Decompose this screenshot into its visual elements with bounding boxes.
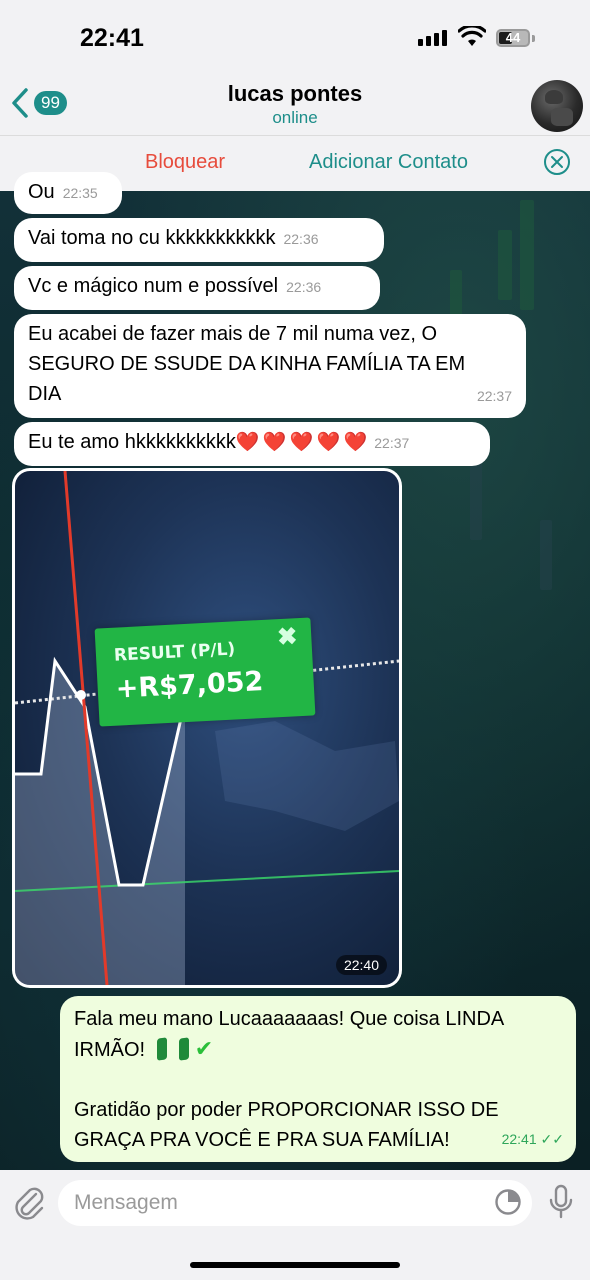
wifi-icon (458, 26, 486, 46)
message-text: Ou (28, 181, 55, 203)
image-message[interactable]: RESULT (P/L) +R$7,052 ✖ 22:40 (12, 468, 402, 988)
status-bar: 22:41 44 (0, 0, 590, 75)
microphone-icon[interactable] (548, 1184, 574, 1220)
message-time: 22:37 (476, 388, 512, 404)
outgoing-message[interactable]: Fala meu mano Lucaaaaaaas! Que coisa LIN… (60, 996, 576, 1162)
check-mark-icon: ✔ (194, 1036, 214, 1061)
result-label: RESULT (P/L) (113, 639, 236, 666)
incoming-message[interactable]: Vc e mágico num e possível 22:36 (14, 266, 380, 310)
hearts-emoji: ❤️ ❤️ ❤️ ❤️ ❤️ (235, 432, 367, 453)
message-text: Vai toma no cu kkkkkkkkkkk (28, 227, 276, 249)
paperclip-icon[interactable] (12, 1184, 46, 1222)
message-time: 22:35 (62, 185, 98, 201)
message-text-line: GRAÇA PRA VOCÊ E PRA SUA FAMÍLIA! (74, 1129, 450, 1151)
message-time: 22:40 (335, 955, 387, 975)
green-emoji-icon (156, 1037, 167, 1061)
battery-level: 44 (505, 30, 521, 45)
battery-icon: 44 (496, 29, 530, 47)
message-text-line: Fala meu mano Lucaaaaaaas! Que coisa LIN… (74, 1008, 505, 1030)
message-text: Vc e mágico num e possível (28, 275, 279, 297)
message-text-line: Gratidão por poder PROPORCIONAR ISSO DE (74, 1099, 499, 1121)
block-button[interactable]: Bloquear (145, 151, 225, 174)
message-time: 22:36 (286, 279, 322, 295)
cellular-signal-icon (418, 30, 447, 46)
result-value: +R$7,052 (114, 665, 264, 705)
add-contact-button[interactable]: Adicionar Contato (309, 151, 468, 174)
sticker-icon[interactable] (494, 1188, 522, 1216)
status-time: 22:41 (80, 24, 144, 52)
message-time: 22:36 (283, 231, 319, 247)
message-text: Eu acabei de fazer mais de 7 mil numa ve… (28, 323, 466, 405)
trade-chart-graphic (15, 471, 399, 985)
green-emoji-icon (178, 1037, 189, 1061)
avatar[interactable] (531, 80, 583, 132)
close-icon: ✖ (276, 623, 298, 652)
message-text-line: IRMÃO! ✔ (74, 1036, 214, 1061)
result-card: RESULT (P/L) +R$7,052 ✖ (94, 617, 316, 727)
contact-status: online (272, 108, 318, 127)
read-receipt-icon: ✓✓ (540, 1131, 564, 1147)
close-icon[interactable] (543, 148, 571, 176)
chat-header: 99 lucas pontes online (0, 75, 590, 135)
message-time: 22:37 (374, 435, 410, 451)
home-indicator (190, 1262, 400, 1268)
message-text: Eu te amo hkkkkkkkkkk (28, 431, 236, 453)
contact-name[interactable]: lucas pontes (0, 81, 590, 107)
message-time: 22:41 ✓✓ (501, 1131, 564, 1147)
incoming-message[interactable]: Vai toma no cu kkkkkkkkkkk 22:36 (14, 218, 384, 262)
trade-screenshot[interactable]: RESULT (P/L) +R$7,052 ✖ 22:40 (15, 471, 399, 985)
incoming-message[interactable]: Ou 22:35 (14, 172, 122, 214)
message-input[interactable]: Mensagem (58, 1180, 532, 1226)
incoming-message[interactable]: Eu acabei de fazer mais de 7 mil numa ve… (14, 314, 526, 418)
incoming-message[interactable]: Eu te amo hkkkkkkkkkk❤️ ❤️ ❤️ ❤️ ❤️ 22:37 (14, 422, 490, 466)
